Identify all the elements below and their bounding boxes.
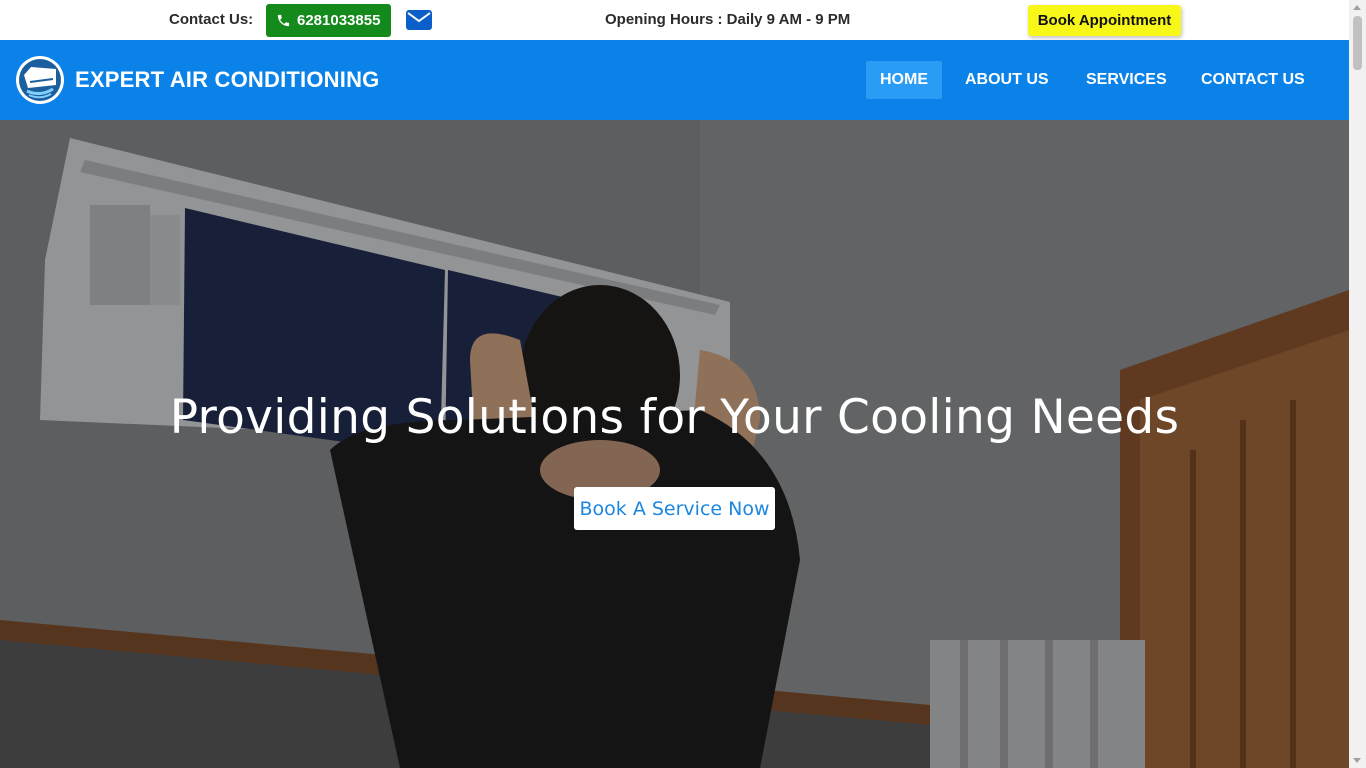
envelope-icon xyxy=(406,10,432,30)
scroll-up-arrow-icon[interactable] xyxy=(1353,5,1361,10)
nav-about-us[interactable]: ABOUT US xyxy=(951,61,1063,99)
book-appointment-button[interactable]: Book Appointment xyxy=(1028,5,1181,36)
phone-button[interactable]: 6281033855 xyxy=(266,4,391,37)
nav-services[interactable]: SERVICES xyxy=(1072,61,1181,99)
phone-number: 6281033855 xyxy=(297,12,381,29)
book-service-button[interactable]: Book A Service Now xyxy=(574,487,775,530)
phone-icon xyxy=(277,14,290,27)
nav-home[interactable]: HOME xyxy=(866,61,942,99)
brand-name[interactable]: EXPERT AIR CONDITIONING xyxy=(75,67,379,93)
opening-hours: Opening Hours : Daily 9 AM - 9 PM xyxy=(605,11,851,28)
brand-logo[interactable] xyxy=(15,55,65,105)
scroll-thumb[interactable] xyxy=(1353,16,1362,70)
scroll-down-arrow-icon[interactable] xyxy=(1353,758,1361,763)
nav-contact-us[interactable]: CONTACT US xyxy=(1187,61,1319,99)
top-contact-bar: Contact Us: 6281033855 Opening Hours : D… xyxy=(0,0,1349,40)
air-conditioner-logo-icon xyxy=(16,56,64,104)
main-navbar: EXPERT AIR CONDITIONING HOME ABOUT US SE… xyxy=(0,40,1349,120)
page-scrollbar[interactable] xyxy=(1349,0,1366,768)
hero-section: Providing Solutions for Your Cooling Nee… xyxy=(0,120,1349,768)
email-button[interactable] xyxy=(406,10,432,30)
contact-label: Contact Us: xyxy=(169,11,254,28)
hero-title: Providing Solutions for Your Cooling Nee… xyxy=(169,390,1180,445)
